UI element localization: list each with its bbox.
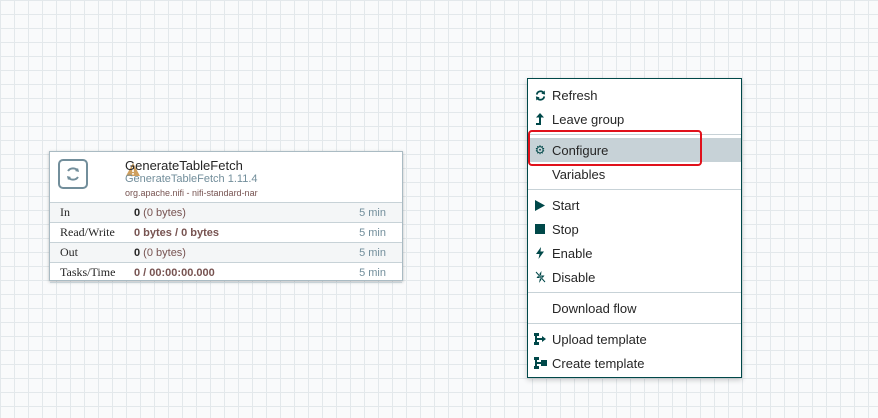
stat-time: 5 min: [359, 206, 386, 219]
stat-row-out: Out 0 (0 bytes) 5 min: [50, 242, 402, 262]
processor-stats: In 0 (0 bytes) 5 min Read/Write 0 bytes …: [50, 202, 402, 283]
stat-time: 5 min: [359, 266, 386, 279]
menu-item-label: Refresh: [552, 87, 598, 103]
processor-icon: [58, 159, 88, 189]
menu-item-enable[interactable]: Enable: [528, 241, 741, 265]
stat-time: 5 min: [359, 226, 386, 239]
menu-item-label: Start: [552, 197, 580, 213]
bolt-icon: [528, 247, 552, 259]
stop-icon: [528, 224, 552, 234]
stat-row-tasks-time: Tasks/Time 0 / 00:00:00.000 5 min: [50, 262, 402, 283]
processor-card[interactable]: GenerateTableFetch GenerateTableFetch 1.…: [49, 151, 403, 283]
menu-item-label: Configure: [552, 142, 609, 158]
menu-item-label: Variables: [552, 166, 606, 182]
menu-item-variables[interactable]: Variables: [528, 162, 741, 186]
stat-row-in: In 0 (0 bytes) 5 min: [50, 202, 402, 222]
menu-item-label: Leave group: [552, 111, 625, 127]
context-menu: Refresh Leave group ⚙ Configure Variable…: [527, 78, 742, 378]
menu-item-upload-template[interactable]: Upload template: [528, 327, 741, 351]
menu-item-label: Disable: [552, 269, 596, 285]
menu-separator: [528, 189, 741, 190]
stat-value: 0 (0 bytes): [134, 246, 186, 259]
menu-item-label: Create template: [552, 355, 645, 371]
menu-item-create-template[interactable]: Create template: [528, 351, 741, 375]
menu-separator: [528, 323, 741, 324]
stat-row-read-write: Read/Write 0 bytes / 0 bytes 5 min: [50, 222, 402, 242]
processor-type: GenerateTableFetch 1.11.4: [125, 173, 258, 185]
menu-separator: [528, 292, 741, 293]
menu-item-label: Upload template: [552, 331, 647, 347]
gear-icon: ⚙: [534, 143, 546, 157]
stat-value: 0 bytes / 0 bytes: [134, 226, 219, 239]
stat-label: Tasks/Time: [60, 265, 116, 279]
stat-value: 0 (0 bytes): [134, 206, 186, 219]
menu-separator: [528, 134, 741, 135]
leave-group-icon: [528, 113, 552, 125]
menu-item-start[interactable]: Start: [528, 193, 741, 217]
refresh-icon: [528, 89, 552, 101]
processor-bundle: org.apache.nifi - nifi-standard-nar: [125, 188, 258, 198]
menu-item-stop[interactable]: Stop: [528, 217, 741, 241]
bolt-off-icon: [528, 271, 552, 283]
menu-item-download-flow[interactable]: Download flow: [528, 296, 741, 320]
menu-item-label: Stop: [552, 221, 579, 237]
stat-value: 0 / 00:00:00.000: [134, 266, 215, 279]
create-template-icon: [528, 357, 552, 369]
stat-label: Read/Write: [60, 225, 115, 239]
stat-label: In: [60, 205, 70, 219]
play-icon: [528, 199, 552, 211]
stat-time: 5 min: [359, 246, 386, 259]
menu-item-refresh[interactable]: Refresh: [528, 83, 741, 107]
menu-item-label: Download flow: [552, 300, 637, 316]
menu-item-leave-group[interactable]: Leave group: [528, 107, 741, 131]
processor-name: GenerateTableFetch: [125, 158, 243, 173]
menu-item-label: Enable: [552, 245, 593, 261]
menu-item-configure[interactable]: ⚙ Configure: [528, 138, 741, 162]
upload-template-icon: [528, 333, 552, 345]
menu-item-disable[interactable]: Disable: [528, 265, 741, 289]
stat-label: Out: [60, 245, 78, 259]
